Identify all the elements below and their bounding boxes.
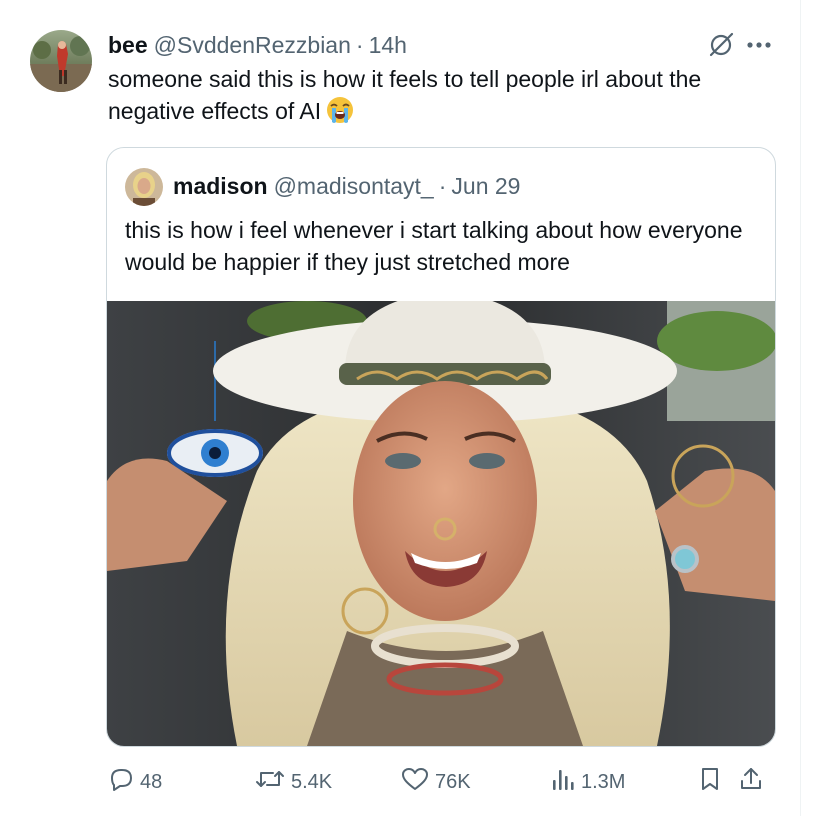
author-handle[interactable]: @SvddenRezzbian <box>154 32 351 59</box>
timeline-divider <box>800 0 801 816</box>
tweet-text-body: someone said this is how it feels to tel… <box>108 66 702 124</box>
tweet[interactable]: bee @SvddenRezzbian · 14h someone said t… <box>0 0 800 816</box>
quoted-author-name[interactable]: madison <box>173 173 268 200</box>
like-count: 76K <box>435 770 471 793</box>
quoted-header: madison @madisontayt_ · Jun 29 <box>173 170 520 202</box>
quoted-text: this is how i feel whenever i start talk… <box>125 217 743 275</box>
author-name[interactable]: bee <box>108 32 148 59</box>
reply-icon <box>108 766 140 798</box>
separator: · <box>438 172 447 199</box>
bookmark-icon <box>698 766 728 798</box>
share-icon <box>738 766 770 798</box>
repost-button[interactable]: 5.4K <box>255 766 332 798</box>
reply-button[interactable]: 48 <box>108 766 162 798</box>
more-icon[interactable] <box>744 30 774 60</box>
bookmark-button[interactable] <box>698 766 728 798</box>
action-bar: 48 5.4K 76K 1.3M <box>108 766 776 798</box>
share-button[interactable] <box>738 766 770 798</box>
views-icon <box>551 766 581 798</box>
timestamp[interactable]: 14h <box>369 32 407 59</box>
quoted-author-handle[interactable]: @madisontayt_ <box>274 173 434 200</box>
quoted-avatar[interactable] <box>125 168 163 206</box>
repost-icon <box>255 766 291 798</box>
separator: · <box>355 31 364 58</box>
like-button[interactable]: 76K <box>401 766 471 798</box>
views-count: 1.3M <box>581 770 626 793</box>
tweet-text: someone said this is how it feels to tel… <box>108 64 778 127</box>
quoted-date[interactable]: Jun 29 <box>451 173 520 200</box>
grok-icon[interactable] <box>706 30 736 60</box>
repost-count: 5.4K <box>291 770 333 793</box>
heart-icon <box>401 766 435 798</box>
reply-count: 48 <box>140 770 163 793</box>
quoted-media-photo[interactable] <box>107 291 775 746</box>
tweet-header: bee @SvddenRezzbian · 14h <box>108 30 407 60</box>
avatar[interactable] <box>30 30 92 92</box>
loudly-crying-face-icon <box>325 95 355 125</box>
quoted-tweet[interactable]: madison @madisontayt_ · Jun 29 this is h… <box>106 147 776 747</box>
views-button[interactable]: 1.3M <box>551 766 625 798</box>
